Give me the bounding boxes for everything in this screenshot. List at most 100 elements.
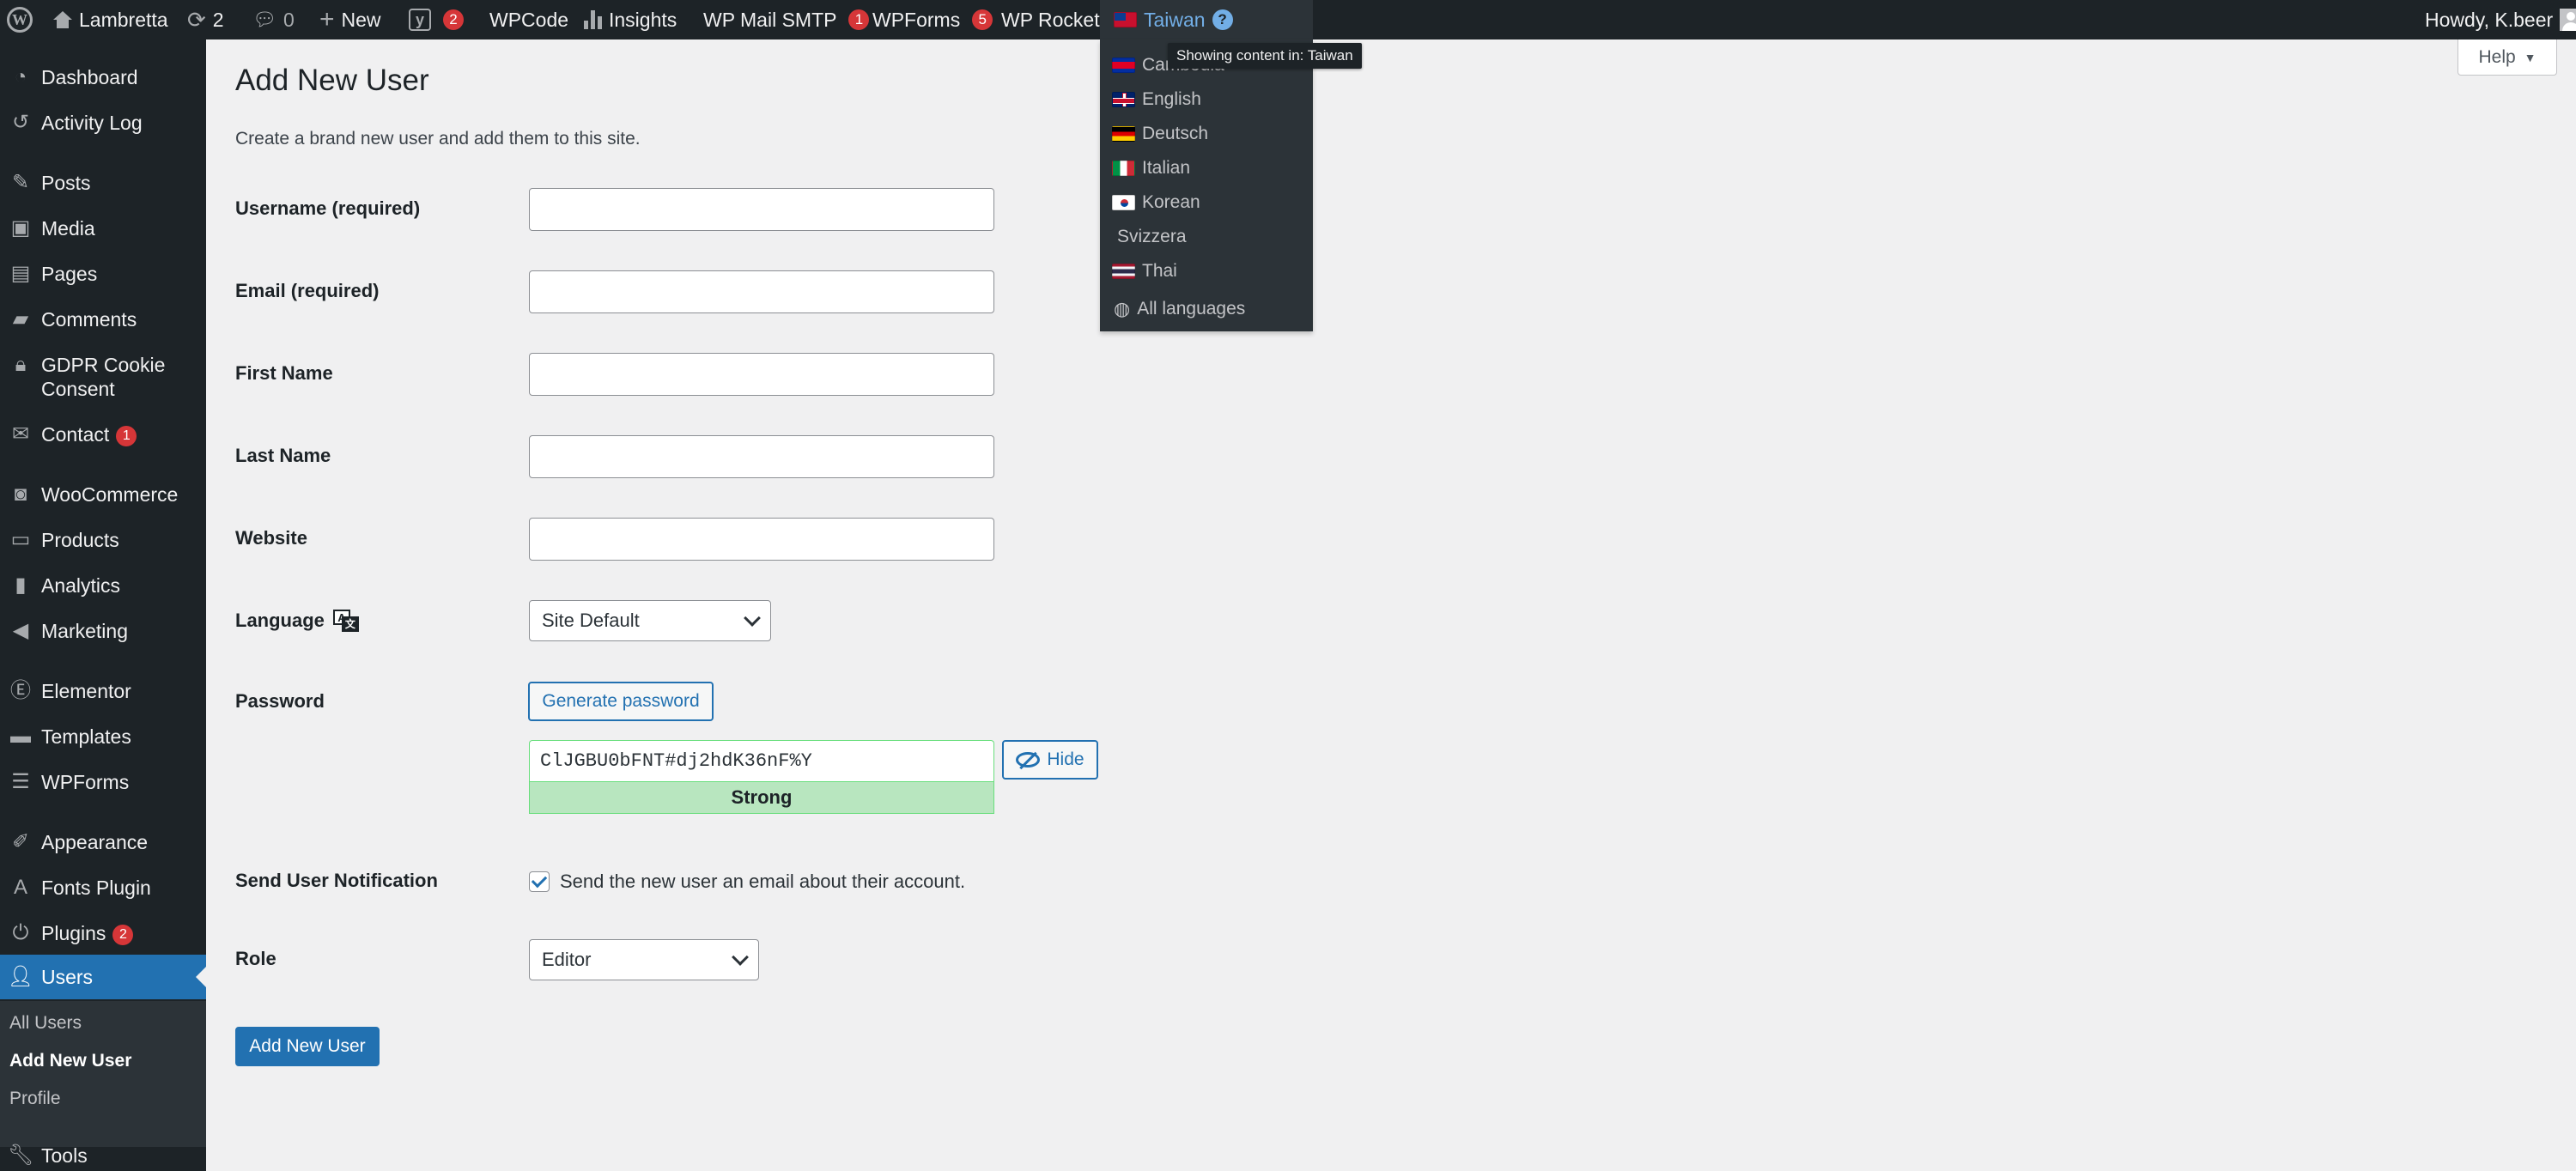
language-option-korean[interactable]: Korean [1112,187,1200,218]
my-account-link[interactable]: Howdy, K.beer [2425,0,2576,39]
wp-mail-smtp-link[interactable]: WP Mail SMTP 1 [703,0,870,39]
sidebar-item-media[interactable]: ▣ Media [0,216,206,240]
send-notification-checkbox[interactable] [529,871,550,892]
submenu-all-users[interactable]: All Users [9,1013,82,1034]
language-option-svizzera[interactable]: Svizzera [1117,221,1187,252]
sidebar-item-users[interactable]: 👤︎ Users [0,955,206,999]
language-select[interactable]: Site Default [529,600,771,641]
help-tab-button[interactable]: Help ▼ [2458,39,2557,76]
hide-label: Hide [1047,749,1084,769]
language-option-thai[interactable]: Thai [1112,256,1177,287]
page-title: Add New User [235,64,429,97]
language-option-deutsch[interactable]: Deutsch [1112,118,1208,149]
role-label: Role [235,948,276,969]
sidebar-item-activity-log[interactable]: ↺ Activity Log [0,111,206,135]
home-icon [53,11,72,28]
sidebar-item-elementor[interactable]: Ⓔ Elementor [0,679,206,703]
add-new-user-button[interactable]: Add New User [235,1027,380,1066]
sidebar-item-posts[interactable]: ✎ Posts [0,171,206,195]
email-field[interactable] [529,270,994,313]
sidebar-item-dashboard[interactable]: ◔ Dashboard [0,65,206,89]
sidebar-item-plugins[interactable]: ⏻ Plugins 2 [0,921,206,945]
sidebar-item-products[interactable]: ▭ Products [0,528,206,552]
password-field[interactable]: ClJGBU0bFNT#dj2hdK36nF%Y [529,740,994,781]
italy-flag-icon [1112,161,1135,176]
submenu-add-new-user[interactable]: Add New User [9,1051,131,1071]
users-submenu: All Users Add New User Profile [0,1001,206,1147]
sidebar-item-marketing[interactable]: ◀ Marketing [0,619,206,643]
sidebar-item-contact[interactable]: ✉ Contact 1 [0,422,206,446]
analytics-icon: ▮ [15,573,27,597]
language-option-all[interactable]: ◍ All languages [1114,294,1245,325]
sidebar-item-gdpr-cookie-consent[interactable]: 🔒︎ GDPR Cookie Consent [0,353,206,401]
sidebar-item-comments[interactable]: ▰ Comments [0,307,206,331]
taiwan-flag-icon [1114,12,1137,27]
comments-link[interactable]: 💬︎ 0 [252,0,295,39]
password-label: Password [235,690,325,712]
submenu-profile[interactable]: Profile [9,1089,61,1109]
sidebar-item-label: Plugins 2 [41,921,196,945]
wpcode-link[interactable]: WPCode [489,0,568,39]
sidebar-item-label: Dashboard [41,66,138,88]
font-icon: A [13,876,27,899]
greeting: Howdy, K.beer [2425,8,2554,31]
updates-link[interactable]: ⟳ 2 [187,0,224,39]
sidebar-item-tools[interactable]: 🔧︎ Tools [0,1144,206,1168]
language-switcher[interactable]: Taiwan ? [1100,0,1313,39]
sidebar-item-templates[interactable]: ▬ Templates [0,725,206,749]
admin-bar: W Lambretta ⟳ 2 💬︎ 0 + New y 2 WPCode In… [0,0,2576,39]
yoast-count-badge: 2 [443,9,464,30]
website-field[interactable] [529,518,994,561]
language-option-label: Italian [1142,158,1191,178]
insights-icon [584,10,602,29]
role-select[interactable]: Editor [529,939,759,980]
insights-link[interactable]: Insights [584,0,677,39]
language-option-english[interactable]: English [1112,84,1201,115]
first-name-label: First Name [235,362,333,384]
username-field[interactable] [529,188,994,231]
plugins-count-badge: 2 [112,924,134,945]
wordpress-logo-button[interactable]: W [7,0,33,39]
generate-password-button[interactable]: Generate password [528,682,714,721]
media-icon: ▣ [10,216,31,240]
sidebar-item-appearance[interactable]: ✐ Appearance [0,830,206,854]
help-question-icon[interactable]: ? [1212,9,1233,30]
megaphone-icon: ◀ [12,619,29,642]
korea-flag-icon [1112,195,1135,210]
sidebar-item-analytics[interactable]: ▮ Analytics [0,573,206,598]
contact-count-badge: 1 [116,425,137,446]
first-name-field[interactable] [529,353,994,396]
wp-rocket-link[interactable]: WP Rocket [1001,0,1100,39]
plug-icon: ⏻ [12,921,29,944]
sidebar-item-label: Elementor [41,680,131,702]
sidebar-item-label: Templates [41,725,131,748]
plus-icon: + [319,5,335,33]
wpforms-link[interactable]: WPForms 5 [872,0,993,39]
send-notification-text[interactable]: Send the new user an email about their a… [560,871,965,893]
thailand-flag-icon [1112,264,1135,279]
last-name-field[interactable] [529,435,994,478]
comments-icon: ▰ [12,307,29,331]
brush-icon: ✐ [11,830,30,853]
archive-icon: ▭ [10,528,31,551]
site-name-link[interactable]: Lambretta [53,0,168,39]
language-option-italian[interactable]: Italian [1112,153,1190,184]
wp-mail-smtp-label: WP Mail SMTP [703,8,837,31]
wp-mail-smtp-count-badge: 1 [848,9,870,30]
sidebar-item-fonts-plugin[interactable]: A Fonts Plugin [0,876,206,900]
page-description: Create a brand new user and add them to … [235,129,641,149]
new-content-link[interactable]: + New [319,0,381,39]
hide-password-button[interactable]: Hide [1002,740,1098,780]
sidebar-item-woocommerce[interactable]: ◙ WooCommerce [0,482,206,507]
send-notification-label: Send User Notification [235,870,438,891]
yoast-seo-link[interactable]: y 2 [409,0,464,39]
sidebar-item-label: WooCommerce [41,483,179,506]
uk-flag-icon [1112,92,1135,107]
sidebar-item-pages[interactable]: ▤ Pages [0,262,206,286]
admin-sidebar: ◔ Dashboard ↺ Activity Log ✎ Posts ▣ Med… [0,39,206,1171]
sidebar-item-wpforms[interactable]: ☰ WPForms [0,770,206,794]
yoast-icon: y [409,9,431,31]
site-name: Lambretta [79,8,168,31]
dashboard-icon: ◔ [14,65,27,88]
chevron-down-icon [744,610,761,627]
